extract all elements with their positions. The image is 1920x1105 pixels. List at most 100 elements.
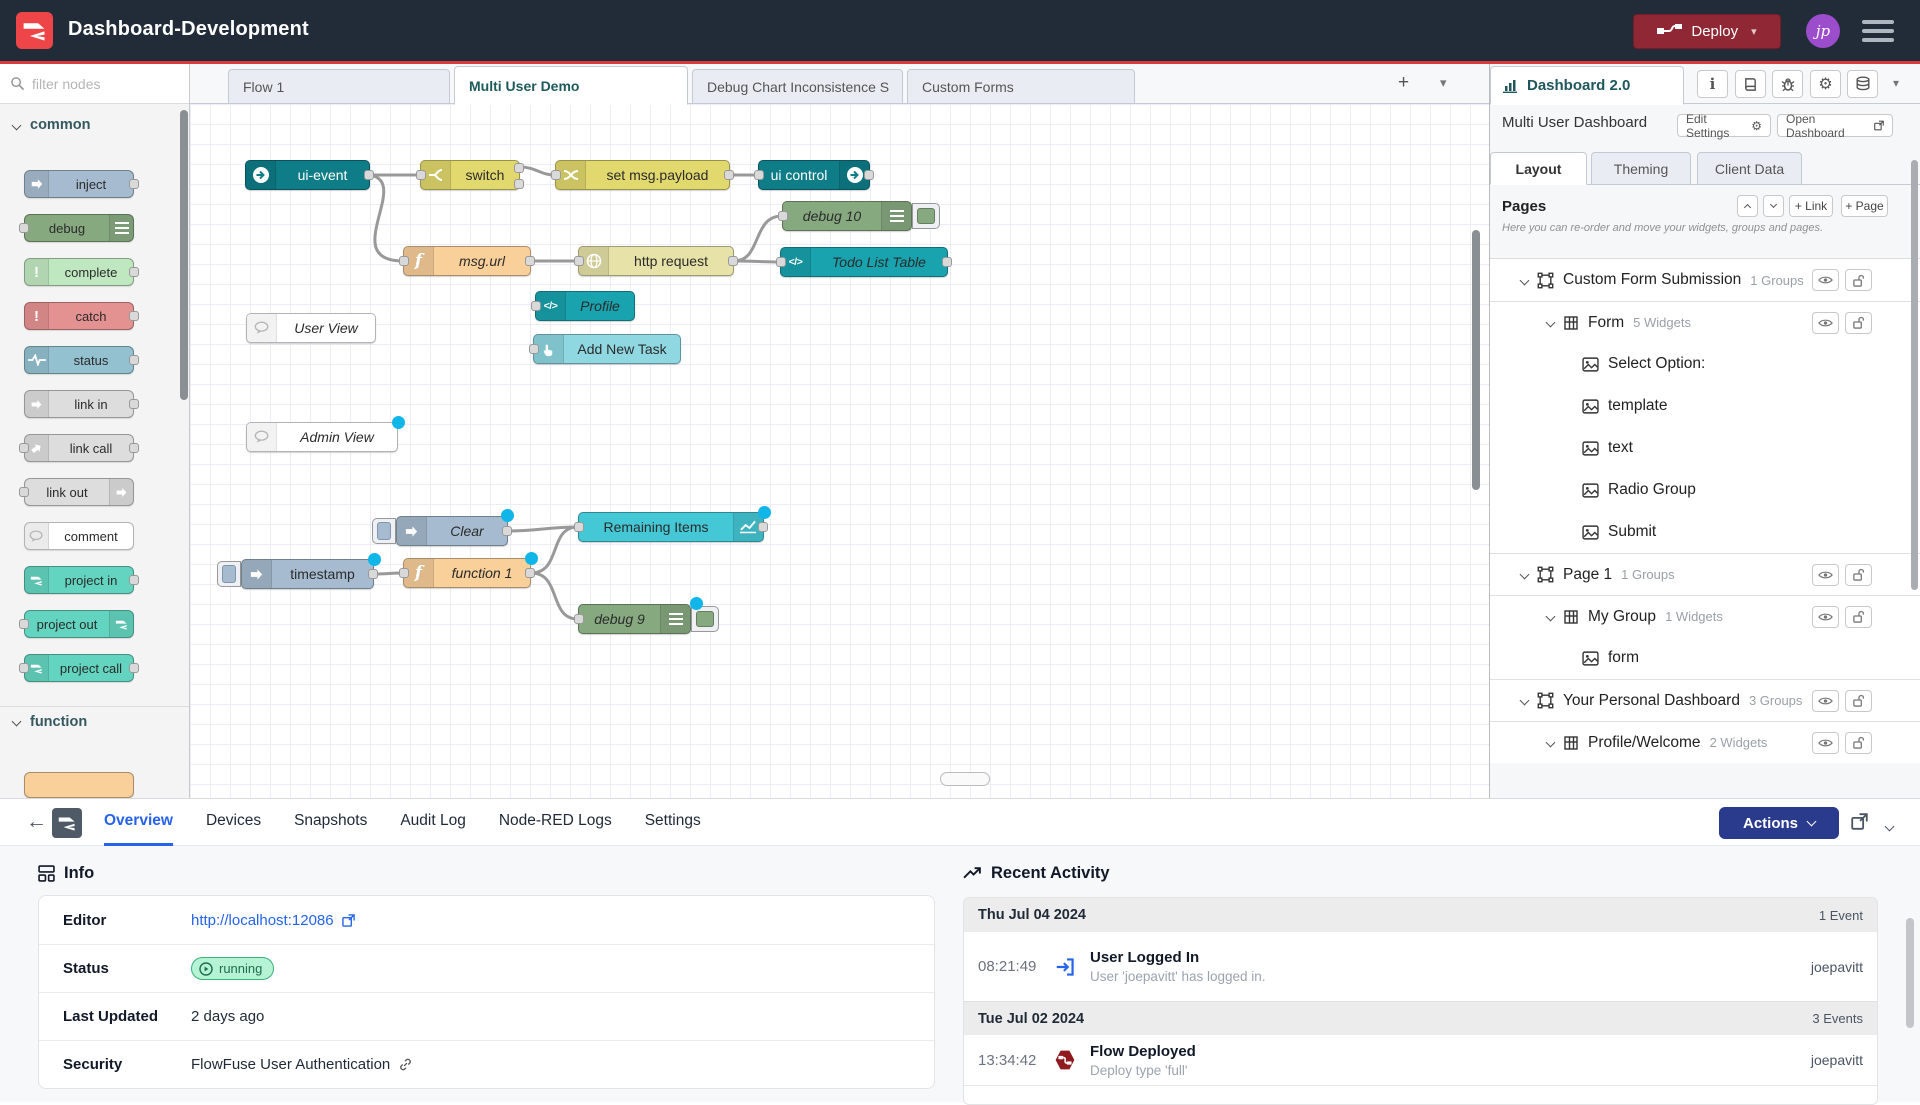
palette-node-project-out[interactable]: project out [24, 610, 134, 638]
tab-devices[interactable]: Devices [206, 799, 261, 846]
visibility-button[interactable] [1812, 312, 1839, 334]
lock-button[interactable] [1845, 312, 1872, 334]
flow-node-switch[interactable]: switch [420, 160, 520, 190]
tab-audit-log[interactable]: Audit Log [400, 799, 466, 846]
node-port[interactable] [864, 170, 874, 180]
palette-node-comment[interactable]: comment [24, 522, 134, 550]
tree-group-my-group[interactable]: My Group 1 Widgets [1490, 595, 1920, 637]
flow-node-ui-event[interactable]: ui-event [245, 160, 370, 190]
tree-widget-form[interactable]: form [1490, 637, 1920, 679]
palette-node-inject[interactable]: inject [24, 170, 134, 198]
node-port[interactable] [129, 399, 139, 409]
node-port[interactable] [514, 163, 524, 173]
node-port[interactable] [19, 619, 29, 629]
node-port[interactable] [754, 170, 764, 180]
flow-node-http-request[interactable]: http request [578, 246, 734, 276]
visibility-button[interactable] [1812, 564, 1839, 586]
lock-button[interactable] [1845, 690, 1872, 712]
edit-settings-button[interactable]: Edit Settings⚙ [1677, 114, 1771, 137]
chevron-down-icon[interactable] [1546, 318, 1556, 328]
debug-toggle-button[interactable] [912, 203, 940, 229]
flow-canvas[interactable]: ui-event switch set msg.payload ui contr… [190, 104, 1489, 798]
chevron-down-icon[interactable] [1546, 738, 1556, 748]
tab-debug-chart[interactable]: Debug Chart Inconsistence S [692, 69, 903, 104]
chevron-down-icon[interactable] [1520, 570, 1530, 580]
config-nodes-button[interactable]: ⚙ [1810, 70, 1841, 98]
tab-layout[interactable]: Layout [1490, 152, 1587, 185]
tree-page-your-personal-dashboard[interactable]: Your Personal Dashboard 3 Groups [1490, 679, 1920, 721]
tab-snapshots[interactable]: Snapshots [294, 799, 367, 846]
debug-sidebar-button[interactable] [1772, 70, 1803, 98]
palette-node-project-in[interactable]: project in [24, 566, 134, 594]
info-sidebar-button[interactable]: i [1697, 70, 1728, 98]
tab-client-data[interactable]: Client Data [1697, 152, 1802, 185]
node-port[interactable] [399, 256, 409, 266]
flowfuse-logo-icon[interactable] [52, 808, 82, 838]
visibility-button[interactable] [1812, 269, 1839, 291]
flow-list-caret-icon[interactable]: ▾ [1440, 72, 1447, 94]
visibility-button[interactable] [1812, 690, 1839, 712]
sidebar-scrollbar[interactable] [1911, 160, 1918, 590]
palette-scrollbar[interactable] [180, 110, 188, 400]
tree-widget-submit[interactable]: Submit [1490, 511, 1920, 553]
flow-node-msg-url[interactable]: f msg.url [403, 246, 531, 276]
back-button[interactable]: ← [26, 810, 47, 834]
node-port[interactable] [19, 487, 29, 497]
node-port[interactable] [19, 443, 29, 453]
actions-button[interactable]: Actions [1719, 807, 1839, 839]
flow-node-user-view-comment[interactable]: User View [246, 313, 376, 343]
panel-resize-handle[interactable] [940, 772, 990, 786]
flow-node-debug-10[interactable]: debug 10 [782, 201, 912, 231]
flow-node-profile[interactable]: </> Profile [535, 291, 635, 321]
add-flow-button[interactable]: + [1398, 72, 1409, 94]
deploy-button[interactable]: Deploy ▾ [1633, 14, 1781, 49]
lock-button[interactable] [1845, 269, 1872, 291]
tree-widget-radio-group[interactable]: Radio Group [1490, 469, 1920, 511]
node-port[interactable] [529, 344, 539, 354]
tree-widget-text[interactable]: text [1490, 427, 1920, 469]
node-port[interactable] [129, 311, 139, 321]
flow-node-timestamp[interactable]: timestamp [241, 559, 374, 589]
flow-node-remaining-items[interactable]: Remaining Items [578, 512, 764, 542]
node-port[interactable] [724, 170, 734, 180]
node-port[interactable] [525, 256, 535, 266]
sidebar-caret-icon[interactable]: ▾ [1893, 76, 1899, 90]
tree-widget-template[interactable]: template [1490, 385, 1920, 427]
expand-all-button[interactable] [1763, 195, 1784, 217]
node-port[interactable] [364, 170, 374, 180]
tab-settings[interactable]: Settings [645, 799, 701, 846]
lock-button[interactable] [1845, 732, 1872, 754]
node-port[interactable] [551, 170, 561, 180]
flow-node-add-new-task[interactable]: Add New Task [533, 334, 681, 364]
node-port[interactable] [129, 575, 139, 585]
tab-theming[interactable]: Theming [1591, 152, 1691, 185]
node-port[interactable] [129, 355, 139, 365]
add-page-button[interactable]: + Page [1841, 195, 1888, 217]
avatar[interactable]: jp [1806, 14, 1840, 48]
open-dashboard-button[interactable]: Open Dashboard [1777, 114, 1893, 137]
tree-group-profile-welcome[interactable]: Profile/Welcome 2 Widgets [1490, 721, 1920, 763]
tab-multi-user-demo[interactable]: Multi User Demo [454, 66, 688, 105]
flow-node-set-msg-payload[interactable]: set msg.payload [555, 160, 730, 190]
node-port[interactable] [129, 267, 139, 277]
palette-category-common[interactable]: common [0, 110, 190, 140]
palette-node-project-call[interactable]: project call [24, 654, 134, 682]
activity-event-user-logged-in[interactable]: 08:21:49 User Logged In User 'joepavitt'… [964, 932, 1877, 1001]
collapse-panel-icon[interactable] [1886, 817, 1893, 835]
flow-node-admin-view-comment[interactable]: Admin View [246, 422, 398, 452]
lock-button[interactable] [1845, 606, 1872, 628]
node-port[interactable] [514, 179, 524, 189]
palette-node-catch[interactable]: ! catch [24, 302, 134, 330]
deploy-caret-icon[interactable]: ▾ [1751, 25, 1757, 38]
node-port[interactable] [129, 443, 139, 453]
tab-dashboard-2[interactable]: Dashboard 2.0 [1490, 66, 1684, 105]
node-port[interactable] [574, 522, 584, 532]
lock-button[interactable] [1845, 564, 1872, 586]
open-editor-icon[interactable] [1851, 813, 1868, 835]
flow-node-debug-9[interactable]: debug 9 [578, 604, 691, 634]
palette-category-function[interactable]: function [0, 706, 190, 736]
tab-custom-forms[interactable]: Custom Forms [907, 69, 1135, 104]
palette-node-debug[interactable]: debug [24, 214, 134, 242]
palette-node-link-in[interactable]: link in [24, 390, 134, 418]
tab-node-red-logs[interactable]: Node-RED Logs [499, 799, 612, 846]
